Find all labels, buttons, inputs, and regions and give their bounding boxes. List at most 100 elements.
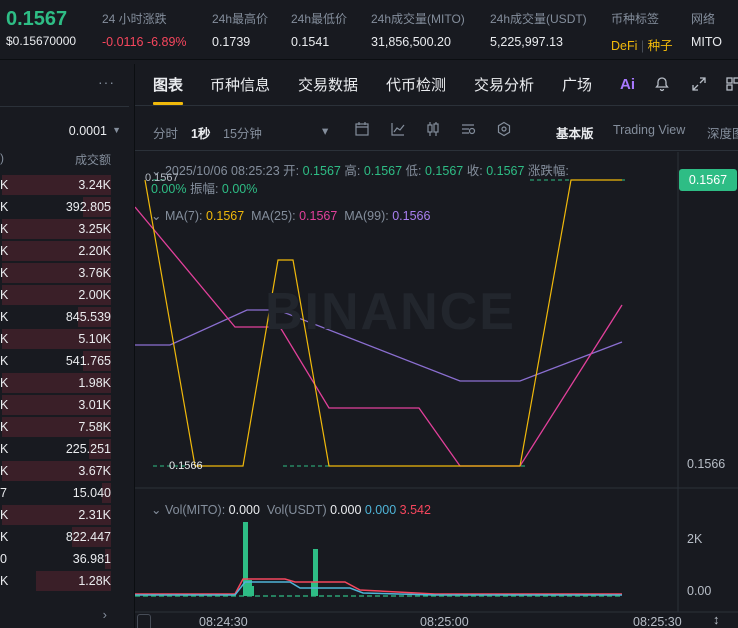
tab-coin-info[interactable]: 币种信息 xyxy=(210,74,270,95)
ai-icon[interactable]: Ai xyxy=(620,76,635,93)
orderbook-row[interactable]: K 2.00K xyxy=(0,284,129,306)
orderbook-row[interactable]: K 225.251 xyxy=(0,438,129,460)
volume-bar xyxy=(311,582,316,596)
orderbook-total: 2.20K xyxy=(78,244,111,258)
orderbook-row[interactable]: 7 15.040 xyxy=(0,482,129,504)
orderbook-amount: K xyxy=(0,288,9,302)
vol-axis-bottom: 0.00 xyxy=(687,584,712,598)
legend-vol-mito: 0.000 xyxy=(228,503,260,517)
more-icon[interactable]: ··· xyxy=(98,74,115,90)
orderbook-row[interactable]: K 3.76K xyxy=(0,262,129,284)
orderbook-row[interactable]: K 392.805 xyxy=(0,196,129,218)
interval-more-caret[interactable]: ▾ xyxy=(322,123,328,138)
legend-low: 0.1567 xyxy=(425,164,464,178)
interval-time[interactable]: 分时 xyxy=(153,123,178,142)
tag-seed[interactable]: 种子 xyxy=(648,39,673,53)
orderbook-row[interactable]: K 1.98K xyxy=(0,372,129,394)
tab-trade-analysis[interactable]: 交易分析 xyxy=(474,74,534,95)
orderbook-total: 7.58K xyxy=(78,420,111,434)
last-price: 0.1567 xyxy=(6,8,68,30)
chevron-right-icon[interactable]: › xyxy=(103,607,107,622)
low-marker-label: 0.1566 xyxy=(169,460,203,472)
orderbook-row[interactable]: K 822.447 xyxy=(0,526,129,548)
indicator-icon[interactable] xyxy=(390,121,406,137)
chart-toolbar: 分时 1秒 15分钟 ▾ 基本版 Trading View 深度图 xyxy=(135,107,738,151)
ticker-bar: 0.1567 $0.15670000 24 小时涨跌 -0.0116 -6.89… xyxy=(0,0,738,60)
orderbook-amount: K xyxy=(0,178,9,192)
orderbook-row[interactable]: K 3.25K xyxy=(0,218,129,240)
interval-15m[interactable]: 15分钟 xyxy=(223,123,262,142)
price-axis-low: 0.1566 xyxy=(687,457,726,471)
orderbook-amount: K xyxy=(0,332,9,346)
orderbook-total: 845.539 xyxy=(65,310,111,324)
orderbook-total: 1.98K xyxy=(78,376,111,390)
main-tabs: 图表 币种信息 交易数据 代币检测 交易分析 广场 Ai xyxy=(135,64,738,106)
price-chart-svg xyxy=(135,152,738,613)
expand-icon[interactable] xyxy=(691,76,707,92)
vol-axis-top: 2K xyxy=(687,532,703,546)
orderbook-amount: K xyxy=(0,200,9,214)
orderbook-row[interactable]: K 2.31K xyxy=(0,504,129,526)
orderbook-row[interactable]: K 2.20K xyxy=(0,240,129,262)
view-tradingview[interactable]: Trading View xyxy=(613,123,685,137)
grid-icon[interactable] xyxy=(725,76,738,92)
stat-high: 24h最高价 0.1739 xyxy=(212,10,268,49)
bell-icon[interactable] xyxy=(654,76,670,92)
orderbook-total: 5.10K xyxy=(78,332,111,346)
legend-vol-usdt-3: 3.542 xyxy=(399,503,431,517)
tab-square[interactable]: 广场 xyxy=(562,74,592,95)
tag-defi[interactable]: DeFi xyxy=(611,39,637,53)
orderbook-total: 3.01K xyxy=(78,398,111,412)
chart-area[interactable]: BINANCE ⌄ 2025/10/06 08:25:23 开: 0.1567 … xyxy=(135,152,738,628)
orderbook-row[interactable]: K 5.10K xyxy=(0,328,129,350)
orderbook-amount: K xyxy=(0,530,9,544)
chart-drag-handle[interactable]: › xyxy=(137,614,151,628)
legend-vol-usdt: 0.000 xyxy=(330,503,362,517)
orderbook-amount: K xyxy=(0,420,9,434)
ohlc-legend: ⌄ 2025/10/06 08:25:23 开: 0.1567 高: 0.156… xyxy=(151,164,569,196)
orderbook-row[interactable]: K 845.539 xyxy=(0,306,129,328)
orderbook-row[interactable]: 0 36.981 xyxy=(0,548,129,570)
stat-vol-base-label: 24h成交量(MITO) xyxy=(371,12,465,26)
current-price-tag: 0.1567 xyxy=(679,169,737,191)
legend-high: 0.1567 xyxy=(363,164,403,178)
settings-list-icon[interactable] xyxy=(460,121,476,137)
legend-ma99: 0.1566 xyxy=(392,209,431,223)
hexagon-settings-icon[interactable] xyxy=(496,121,512,137)
orderbook-amount: 0 xyxy=(0,552,7,566)
stat-change-label: 24 小时涨跌 xyxy=(102,12,167,26)
orderbook-amount: 7 xyxy=(0,486,7,500)
legend-date: 2025/10/06 08:25:23 xyxy=(164,164,280,178)
orderbook-row[interactable]: K 3.01K xyxy=(0,394,129,416)
orderbook-row[interactable]: K 541.765 xyxy=(0,350,129,372)
stat-network-value: MITO xyxy=(691,35,723,49)
calendar-icon[interactable] xyxy=(354,121,370,137)
view-basic[interactable]: 基本版 xyxy=(556,123,594,142)
divider xyxy=(0,106,129,107)
stat-vol-quote-label: 24h成交量(USDT) xyxy=(490,12,587,26)
orderbook-row[interactable]: K 3.67K xyxy=(0,460,129,482)
orderbook-row[interactable]: K 1.28K xyxy=(0,570,129,592)
orderbook-row[interactable]: K 7.58K xyxy=(0,416,129,438)
interval-1s[interactable]: 1秒 xyxy=(191,123,210,142)
view-depth[interactable]: 深度图 xyxy=(707,123,738,142)
orderbook-total: 36.981 xyxy=(72,552,111,566)
stat-vol-quote-value: 5,225,997.13 xyxy=(490,35,563,49)
watermark-logo: BINANCE xyxy=(265,283,516,341)
tab-trade-data[interactable]: 交易数据 xyxy=(298,74,358,95)
precision-select[interactable]: 0.0001 xyxy=(69,124,107,138)
axis-scale-icon[interactable]: ↕ xyxy=(713,612,720,627)
orderbook-row[interactable]: K 3.24K xyxy=(0,174,129,196)
chevron-down-icon[interactable]: ▼ xyxy=(112,125,121,135)
orderbook-amount: K xyxy=(0,464,9,478)
orderbook-total: 15.040 xyxy=(72,486,111,500)
vol-usdt-line xyxy=(135,581,622,596)
orderbook-total: 3.25K xyxy=(78,222,111,236)
order-book: ··· 0.0001 ▼ ) 成交额 K 3.24K K 392.805 K 3.25K K… xyxy=(0,64,129,628)
orderbook-total: 392.805 xyxy=(65,200,111,214)
candle-type-icon[interactable] xyxy=(425,121,441,137)
stat-tags: 币种标签 DeFi | 种子 xyxy=(611,12,673,53)
tab-chart[interactable]: 图表 xyxy=(153,74,183,95)
stat-low-value: 0.1541 xyxy=(291,35,330,49)
tab-token-check[interactable]: 代币检测 xyxy=(386,74,446,95)
